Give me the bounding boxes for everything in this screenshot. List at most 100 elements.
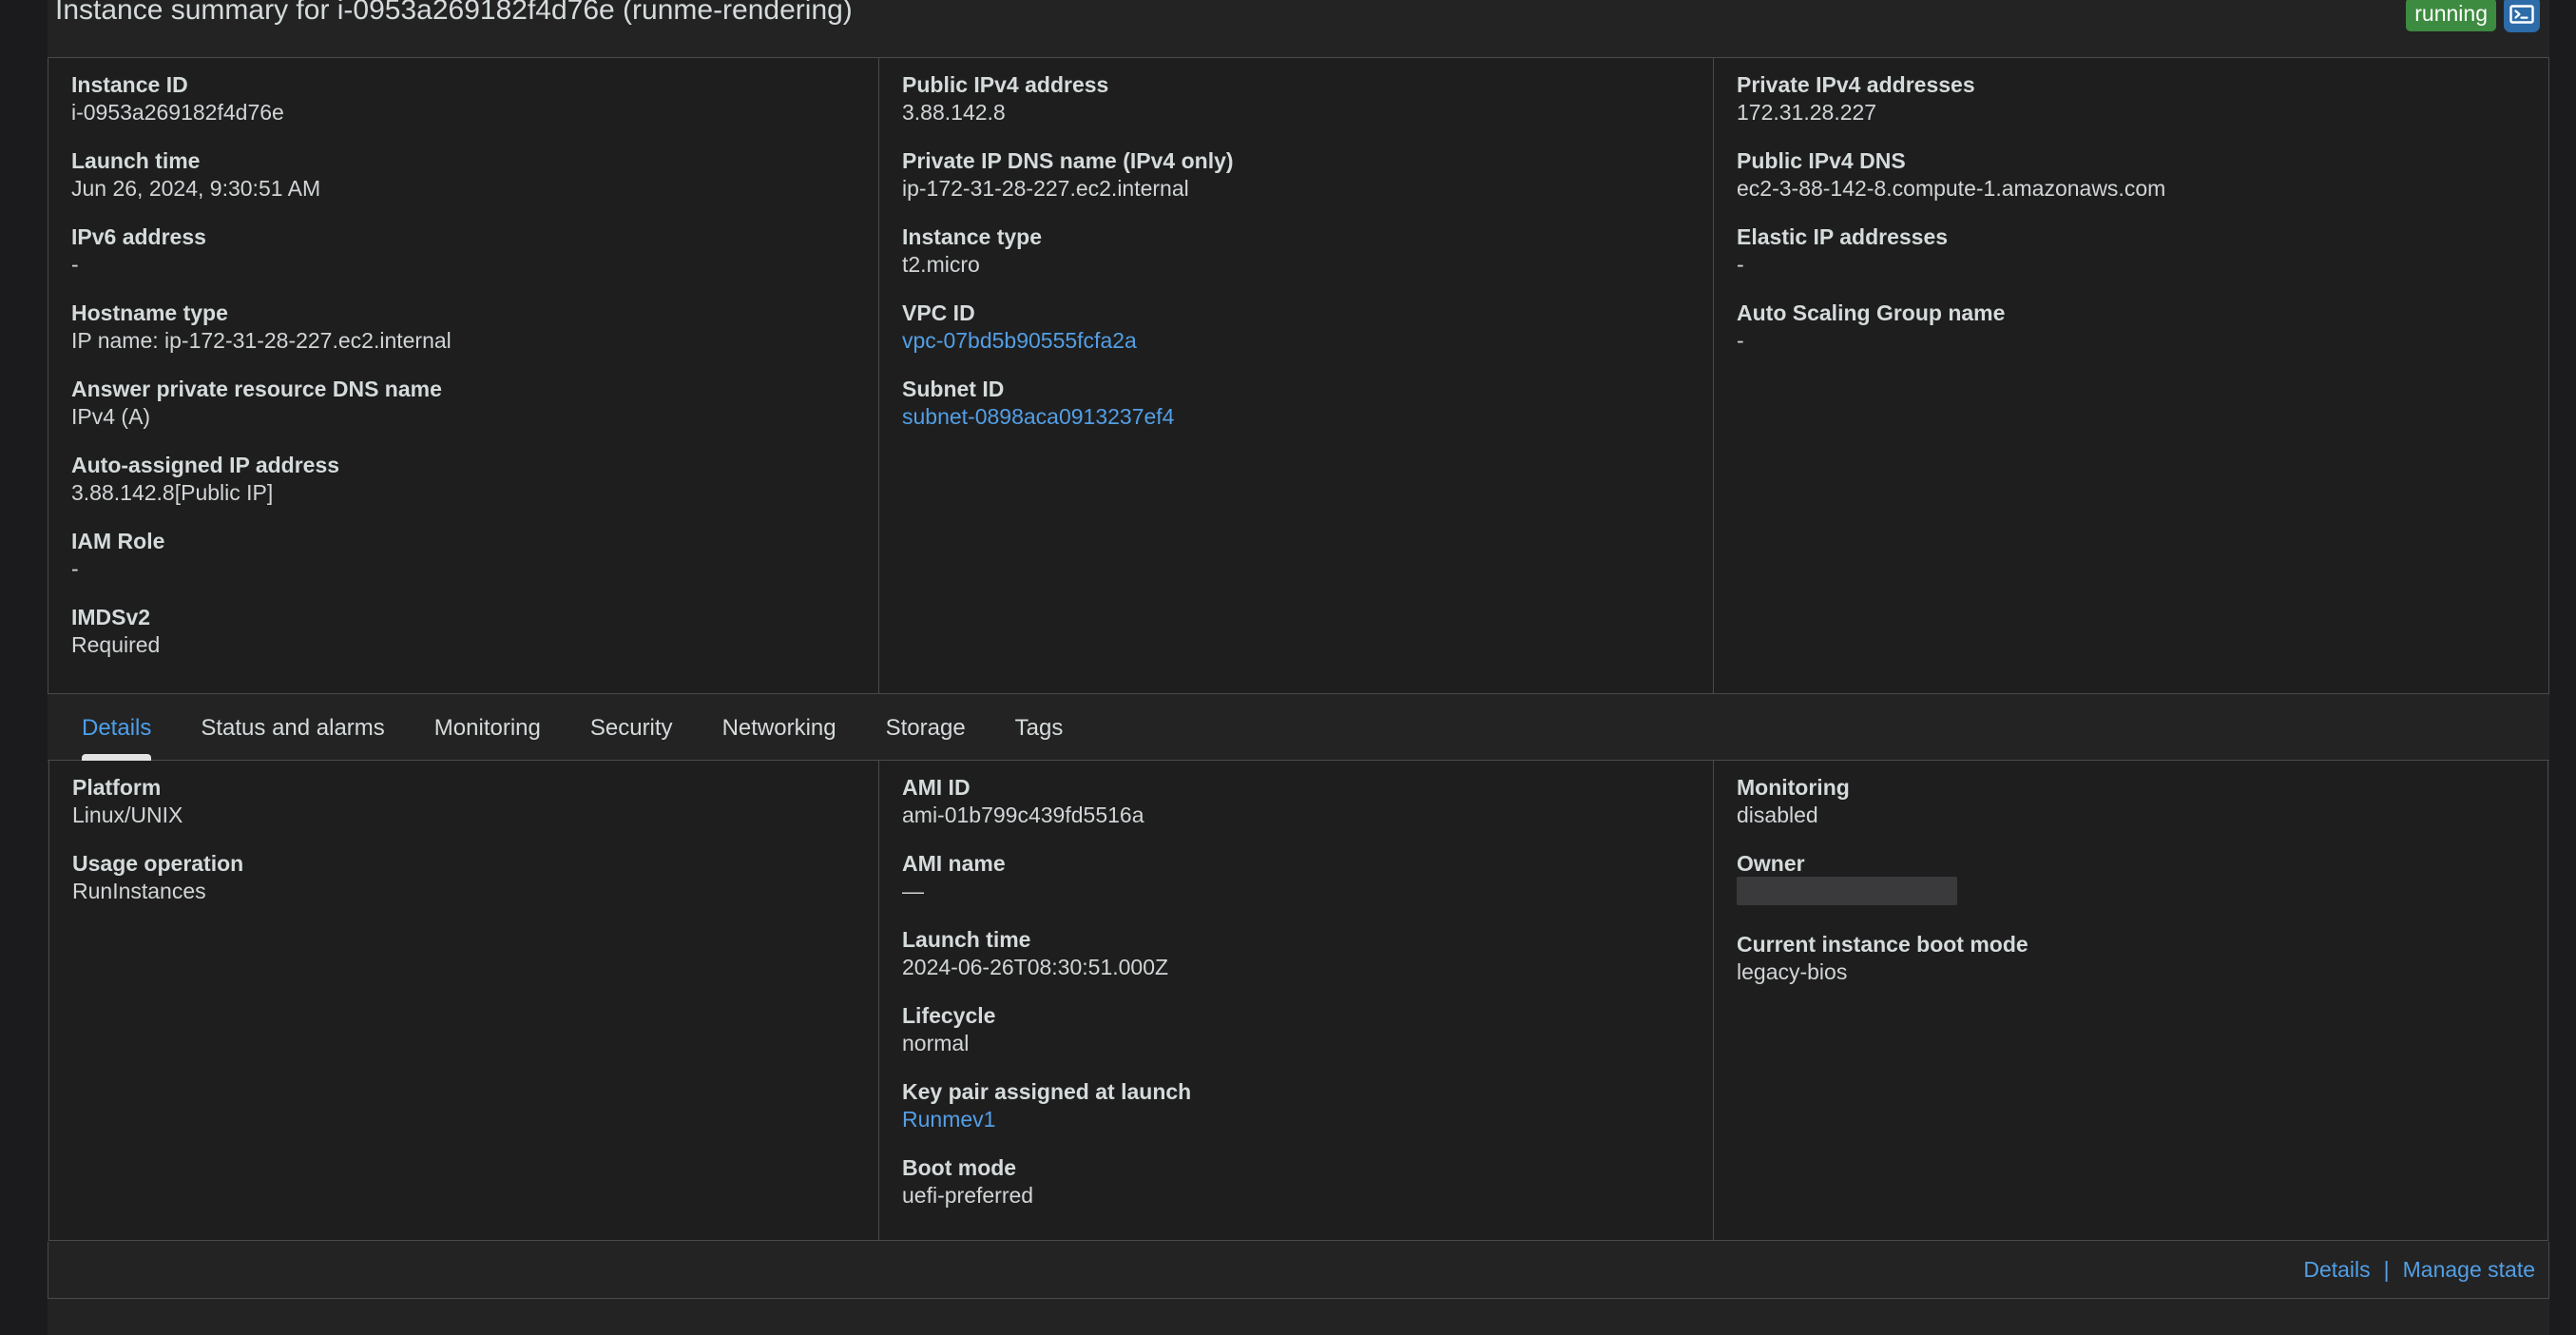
tab-tags[interactable]: Tags — [990, 696, 1088, 761]
details-columns: Platform Linux/UNIX Usage operation RunI… — [49, 761, 2547, 1240]
field-ami-id: AMI ID ami-01b799c439fd5516a — [902, 774, 1690, 829]
footer-separator: | — [2383, 1257, 2390, 1282]
field-answer-private-resource-dns-name: Answer private resource DNS name IPv4 (A… — [71, 376, 855, 431]
field-ipv6-address: IPv6 address - — [71, 223, 855, 279]
field-value: Jun 26, 2024, 9:30:51 AM — [71, 176, 321, 201]
field-value: ip-172-31-28-227.ec2.internal — [902, 176, 1189, 201]
field-value: disabled — [1737, 803, 1818, 827]
footer-details-link[interactable]: Details — [2303, 1257, 2370, 1283]
summary-column-1: Instance ID i-0953a269182f4d76e Launch t… — [48, 58, 879, 693]
details-column-2: AMI ID ami-01b799c439fd5516a AMI name — … — [879, 761, 1714, 1240]
field-label: Key pair assigned at launch — [902, 1079, 1192, 1104]
field-lifecycle: Lifecycle normal — [902, 1002, 1690, 1057]
right-gutter — [2549, 0, 2576, 1335]
field-value: 2024-06-26T08:30:51.000Z — [902, 955, 1169, 979]
key-pair-link[interactable]: Runmev1 — [902, 1105, 1690, 1133]
field-value: t2.micro — [902, 252, 980, 277]
field-auto-assigned-ip-address: Auto-assigned IP address 3.88.142.8[Publ… — [71, 452, 855, 507]
field-boot-mode: Boot mode uefi-preferred — [902, 1154, 1690, 1209]
field-usage-operation: Usage operation RunInstances — [72, 850, 855, 905]
tab-status-and-alarms[interactable]: Status and alarms — [176, 696, 409, 761]
field-key-pair-assigned-at-launch: Key pair assigned at launch Runmev1 — [902, 1078, 1690, 1133]
field-value: RunInstances — [72, 879, 206, 903]
tab-networking[interactable]: Networking — [698, 696, 861, 761]
summary-column-2: Public IPv4 address 3.88.142.8 Private I… — [879, 58, 1714, 693]
field-label: Lifecycle — [902, 1003, 996, 1028]
field-private-ip-dns-name: Private IP DNS name (IPv4 only) ip-172-3… — [902, 147, 1690, 203]
field-value: - — [1737, 252, 1744, 277]
footer-bar: Details | Manage state — [48, 1242, 2549, 1299]
field-value: 172.31.28.227 — [1737, 100, 1877, 125]
details-column-3: Monitoring disabled Owner Current instan… — [1714, 761, 2547, 1240]
field-label: Subnet ID — [902, 377, 1005, 401]
tab-security[interactable]: Security — [566, 696, 698, 761]
left-gutter — [0, 0, 48, 1335]
field-imdsv2: IMDSv2 Required — [71, 604, 855, 659]
owner-redacted-value — [1737, 877, 1957, 905]
field-label: Private IP DNS name (IPv4 only) — [902, 148, 1234, 173]
summary-columns: Instance ID i-0953a269182f4d76e Launch t… — [48, 58, 2548, 693]
instance-summary-page: Instance summary for i-0953a269182f4d76e… — [0, 0, 2576, 1335]
field-owner: Owner — [1737, 850, 2525, 910]
field-value: ec2-3-88-142-8.compute-1.amazonaws.com — [1737, 176, 2166, 201]
field-hostname-type: Hostname type IP name: ip-172-31-28-227.… — [71, 300, 855, 355]
field-label: Launch time — [71, 148, 201, 173]
tab-label: Status and alarms — [201, 714, 385, 741]
field-label: Instance ID — [71, 72, 188, 97]
field-public-ipv4-dns: Public IPv4 DNS ec2-3-88-142-8.compute-1… — [1737, 147, 2526, 203]
tab-label: Monitoring — [433, 714, 541, 741]
field-label: Owner — [1737, 851, 1805, 876]
field-label: Auto Scaling Group name — [1737, 300, 2006, 325]
field-auto-scaling-group-name: Auto Scaling Group name - — [1737, 300, 2526, 355]
field-label: Monitoring — [1737, 775, 1850, 800]
terminal-icon[interactable] — [2504, 0, 2540, 32]
field-value: uefi-preferred — [902, 1183, 1034, 1208]
tab-monitoring[interactable]: Monitoring — [410, 696, 566, 761]
field-value: - — [71, 556, 79, 581]
field-value: legacy-bios — [1737, 959, 1848, 984]
subnet-id-link[interactable]: subnet-0898aca0913237ef4 — [902, 402, 1690, 431]
field-label: Boot mode — [902, 1155, 1017, 1180]
tab-label: Details — [82, 714, 152, 741]
page-title: Instance summary for i-0953a269182f4d76e… — [55, 0, 853, 26]
field-iam-role: IAM Role - — [71, 528, 855, 583]
field-label: IPv6 address — [71, 224, 206, 249]
field-value: IP name: ip-172-31-28-227.ec2.internal — [71, 328, 452, 353]
field-elastic-ip-addresses: Elastic IP addresses - — [1737, 223, 2526, 279]
field-label: Hostname type — [71, 300, 228, 325]
field-value: - — [1737, 328, 1744, 353]
tab-label: Networking — [721, 714, 836, 741]
tab-strip: Details Status and alarms Monitoring Sec… — [48, 696, 2549, 761]
footer-manage-state-link[interactable]: Manage state — [2403, 1257, 2535, 1283]
field-current-instance-boot-mode: Current instance boot mode legacy-bios — [1737, 931, 2525, 986]
field-monitoring: Monitoring disabled — [1737, 774, 2525, 829]
field-label: Public IPv4 address — [902, 72, 1109, 97]
field-launch-time-iso: Launch time 2024-06-26T08:30:51.000Z — [902, 926, 1690, 981]
field-label: IAM Role — [71, 529, 165, 553]
field-value: Linux/UNIX — [72, 803, 183, 827]
tab-label: Tags — [1014, 714, 1064, 741]
summary-column-3: Private IPv4 addresses 172.31.28.227 Pub… — [1714, 58, 2548, 693]
tab-details[interactable]: Details — [57, 696, 176, 761]
field-instance-id: Instance ID i-0953a269182f4d76e — [71, 71, 855, 126]
field-value: normal — [902, 1031, 970, 1055]
field-launch-time: Launch time Jun 26, 2024, 9:30:51 AM — [71, 147, 855, 203]
field-value: IPv4 (A) — [71, 404, 151, 429]
field-label: Elastic IP addresses — [1737, 224, 1949, 249]
field-value: - — [71, 252, 79, 277]
field-subnet-id: Subnet ID subnet-0898aca0913237ef4 — [902, 376, 1690, 431]
field-label: AMI name — [902, 851, 1006, 876]
field-value: Required — [71, 632, 161, 657]
field-label: AMI ID — [902, 775, 971, 800]
field-label: VPC ID — [902, 300, 975, 325]
vpc-id-link[interactable]: vpc-07bd5b90555fcfa2a — [902, 326, 1690, 355]
tab-storage[interactable]: Storage — [861, 696, 990, 761]
field-value: 3.88.142.8 — [902, 100, 1006, 125]
details-tab-panel: Platform Linux/UNIX Usage operation RunI… — [48, 761, 2548, 1241]
field-public-ipv4-address: Public IPv4 address 3.88.142.8 — [902, 71, 1690, 126]
field-value: — — [902, 879, 924, 903]
field-label: Private IPv4 addresses — [1737, 72, 1975, 97]
field-value: i-0953a269182f4d76e — [71, 100, 284, 125]
field-ami-name: AMI name — — [902, 850, 1690, 905]
field-label: Instance type — [902, 224, 1042, 249]
